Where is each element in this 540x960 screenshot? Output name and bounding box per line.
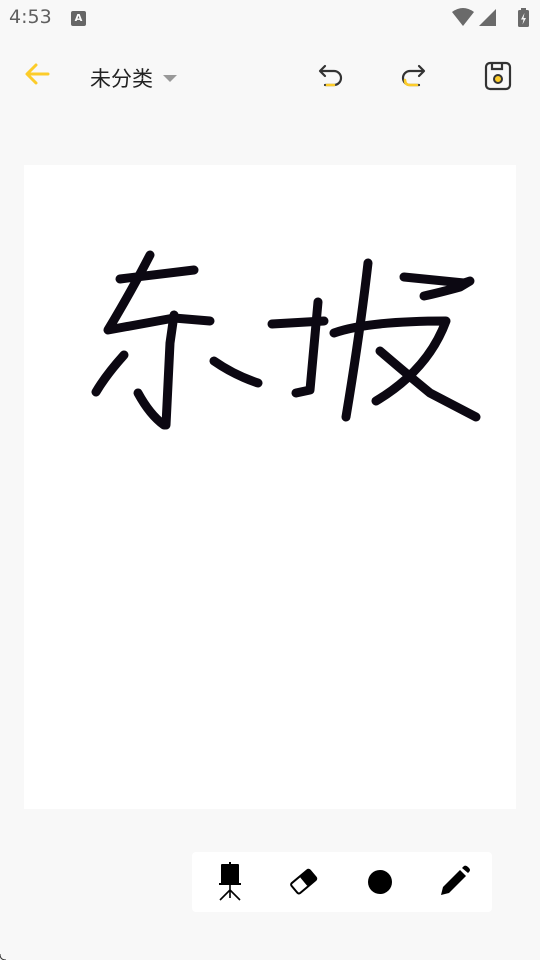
stroke bbox=[209, 356, 263, 388]
category-dropdown[interactable]: 未分类 bbox=[90, 62, 177, 94]
wifi-icon bbox=[452, 8, 474, 26]
stroke bbox=[91, 350, 129, 397]
status-bar: 4:53 A bbox=[0, 0, 540, 36]
status-time: 4:53 bbox=[9, 6, 52, 28]
back-button[interactable] bbox=[18, 56, 58, 96]
redo-button[interactable] bbox=[396, 58, 432, 94]
stroke bbox=[399, 272, 475, 301]
undo-button[interactable] bbox=[312, 58, 348, 94]
brush-size-tool[interactable] bbox=[358, 860, 402, 904]
battery-charging-icon bbox=[518, 8, 529, 27]
pen-tool-icon bbox=[441, 865, 470, 895]
tool-panel bbox=[192, 852, 492, 912]
drawing-canvas[interactable] bbox=[24, 165, 516, 809]
a-icon: A bbox=[71, 11, 86, 26]
arrow-left-icon bbox=[25, 63, 50, 85]
stroke bbox=[341, 258, 373, 422]
undo-icon bbox=[318, 64, 343, 87]
eraser-tool-icon bbox=[290, 868, 318, 895]
stroke bbox=[133, 388, 169, 430]
stroke bbox=[291, 297, 323, 398]
signal-icon bbox=[479, 9, 496, 26]
corner-mark bbox=[0, 954, 6, 960]
top-toolbar: 未分类 bbox=[0, 44, 540, 110]
status-icons bbox=[452, 8, 529, 27]
stroke bbox=[161, 310, 179, 430]
stroke bbox=[115, 265, 199, 284]
save-button[interactable] bbox=[480, 58, 516, 94]
category-label: 未分类 bbox=[90, 67, 153, 91]
caret-down-icon bbox=[163, 74, 177, 82]
easel-tool[interactable] bbox=[208, 860, 252, 904]
screen: 4:53 A 未分类 bbox=[0, 0, 540, 960]
handwriting-strokes bbox=[91, 250, 481, 430]
save-icon bbox=[484, 61, 512, 91]
eraser-tool[interactable] bbox=[282, 860, 326, 904]
pen-tool[interactable] bbox=[432, 860, 476, 904]
redo-icon bbox=[401, 64, 426, 87]
brush-size-icon bbox=[368, 870, 392, 894]
easel-tool-icon bbox=[219, 862, 241, 901]
